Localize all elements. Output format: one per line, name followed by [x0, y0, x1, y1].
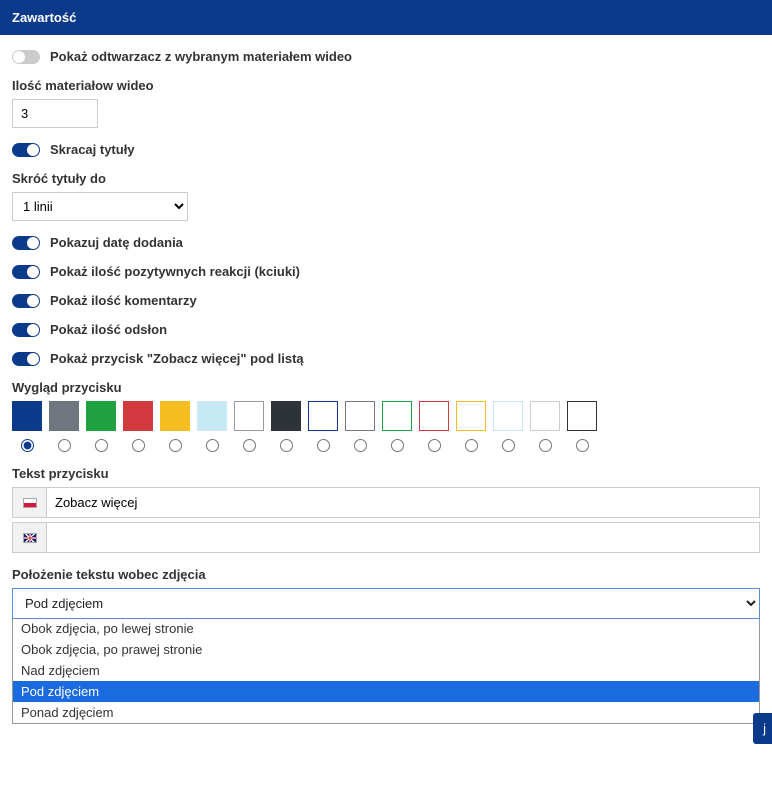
save-button-partial[interactable]: j	[753, 713, 772, 744]
toggle-show-views-label: Pokaż ilość odsłon	[50, 322, 167, 337]
button-text-row-en	[12, 522, 760, 553]
swatch-row	[12, 401, 760, 431]
color-swatch[interactable]	[86, 401, 116, 431]
button-appearance-label: Wygląd przycisku	[12, 380, 760, 395]
color-swatch-radio[interactable]	[206, 439, 219, 452]
video-count-input[interactable]	[12, 99, 98, 128]
flag-pl-icon	[13, 488, 47, 517]
color-swatch-radio[interactable]	[576, 439, 589, 452]
text-position-option[interactable]: Ponad zdjęciem	[13, 702, 759, 723]
color-swatch[interactable]	[382, 401, 412, 431]
toggle-show-comments-label: Pokaż ilość komentarzy	[50, 293, 197, 308]
color-swatch[interactable]	[456, 401, 486, 431]
flag-gb-icon	[13, 523, 47, 552]
color-swatch[interactable]	[49, 401, 79, 431]
text-position-select[interactable]: Pod zdjęciem	[12, 588, 760, 619]
color-swatch-radio[interactable]	[280, 439, 293, 452]
toggle-show-date-label: Pokazuj datę dodania	[50, 235, 183, 250]
color-swatch-radio[interactable]	[169, 439, 182, 452]
button-text-input-pl[interactable]	[47, 488, 759, 517]
toggle-show-player[interactable]	[12, 50, 40, 64]
color-swatch[interactable]	[308, 401, 338, 431]
color-swatch-radio[interactable]	[465, 439, 478, 452]
panel-header: Zawartość	[0, 0, 772, 35]
toggle-show-reactions-label: Pokaż ilość pozytywnych reakcji (kciuki)	[50, 264, 300, 279]
text-position-option[interactable]: Nad zdjęciem	[13, 660, 759, 681]
toggle-show-date[interactable]	[12, 236, 40, 250]
shorten-to-label: Skróć tytuły do	[12, 171, 760, 186]
color-swatch-radio[interactable]	[132, 439, 145, 452]
button-text-row-pl	[12, 487, 760, 518]
color-swatch-radio[interactable]	[354, 439, 367, 452]
toggle-show-views[interactable]	[12, 323, 40, 337]
video-count-label: Ilość materiałow wideo	[12, 78, 760, 93]
color-swatch-radio[interactable]	[428, 439, 441, 452]
toggle-show-more-button-label: Pokaż przycisk "Zobacz więcej" pod listą	[50, 351, 304, 366]
text-position-option[interactable]: Obok zdjęcia, po lewej stronie	[13, 618, 759, 639]
color-swatch-radio[interactable]	[243, 439, 256, 452]
shorten-to-select[interactable]: 1 linii	[12, 192, 188, 221]
color-swatch-radio[interactable]	[502, 439, 515, 452]
color-swatch[interactable]	[160, 401, 190, 431]
color-swatch[interactable]	[530, 401, 560, 431]
color-swatch[interactable]	[12, 401, 42, 431]
button-text-input-en[interactable]	[47, 523, 759, 552]
text-position-option[interactable]: Pod zdjęciem	[13, 681, 759, 702]
toggle-show-comments[interactable]	[12, 294, 40, 308]
color-swatch-radio[interactable]	[58, 439, 71, 452]
toggle-shorten-titles[interactable]	[12, 143, 40, 157]
button-text-label: Tekst przycisku	[12, 466, 760, 481]
panel-content: Pokaż odtwarzacz z wybranym materiałem w…	[0, 35, 772, 764]
color-swatch[interactable]	[567, 401, 597, 431]
color-swatch[interactable]	[419, 401, 449, 431]
color-swatch[interactable]	[234, 401, 264, 431]
color-swatch-radio[interactable]	[391, 439, 404, 452]
color-swatch-radio[interactable]	[95, 439, 108, 452]
text-position-dropdown: Obok zdjęcia, po lewej stronieObok zdjęc…	[12, 618, 760, 724]
swatch-radio-row	[12, 439, 760, 452]
color-swatch[interactable]	[197, 401, 227, 431]
toggle-shorten-titles-label: Skracaj tytuły	[50, 142, 135, 157]
text-position-option[interactable]: Obok zdjęcia, po prawej stronie	[13, 639, 759, 660]
color-swatch[interactable]	[345, 401, 375, 431]
text-position-label: Położenie tekstu wobec zdjęcia	[12, 567, 760, 582]
color-swatch-radio[interactable]	[21, 439, 34, 452]
toggle-show-reactions[interactable]	[12, 265, 40, 279]
panel-title: Zawartość	[12, 10, 76, 25]
toggle-show-more-button[interactable]	[12, 352, 40, 366]
color-swatch[interactable]	[493, 401, 523, 431]
save-button-tail: j	[763, 721, 766, 736]
color-swatch-radio[interactable]	[539, 439, 552, 452]
color-swatch[interactable]	[271, 401, 301, 431]
color-swatch[interactable]	[123, 401, 153, 431]
color-swatch-radio[interactable]	[317, 439, 330, 452]
toggle-show-player-label: Pokaż odtwarzacz z wybranym materiałem w…	[50, 49, 352, 64]
